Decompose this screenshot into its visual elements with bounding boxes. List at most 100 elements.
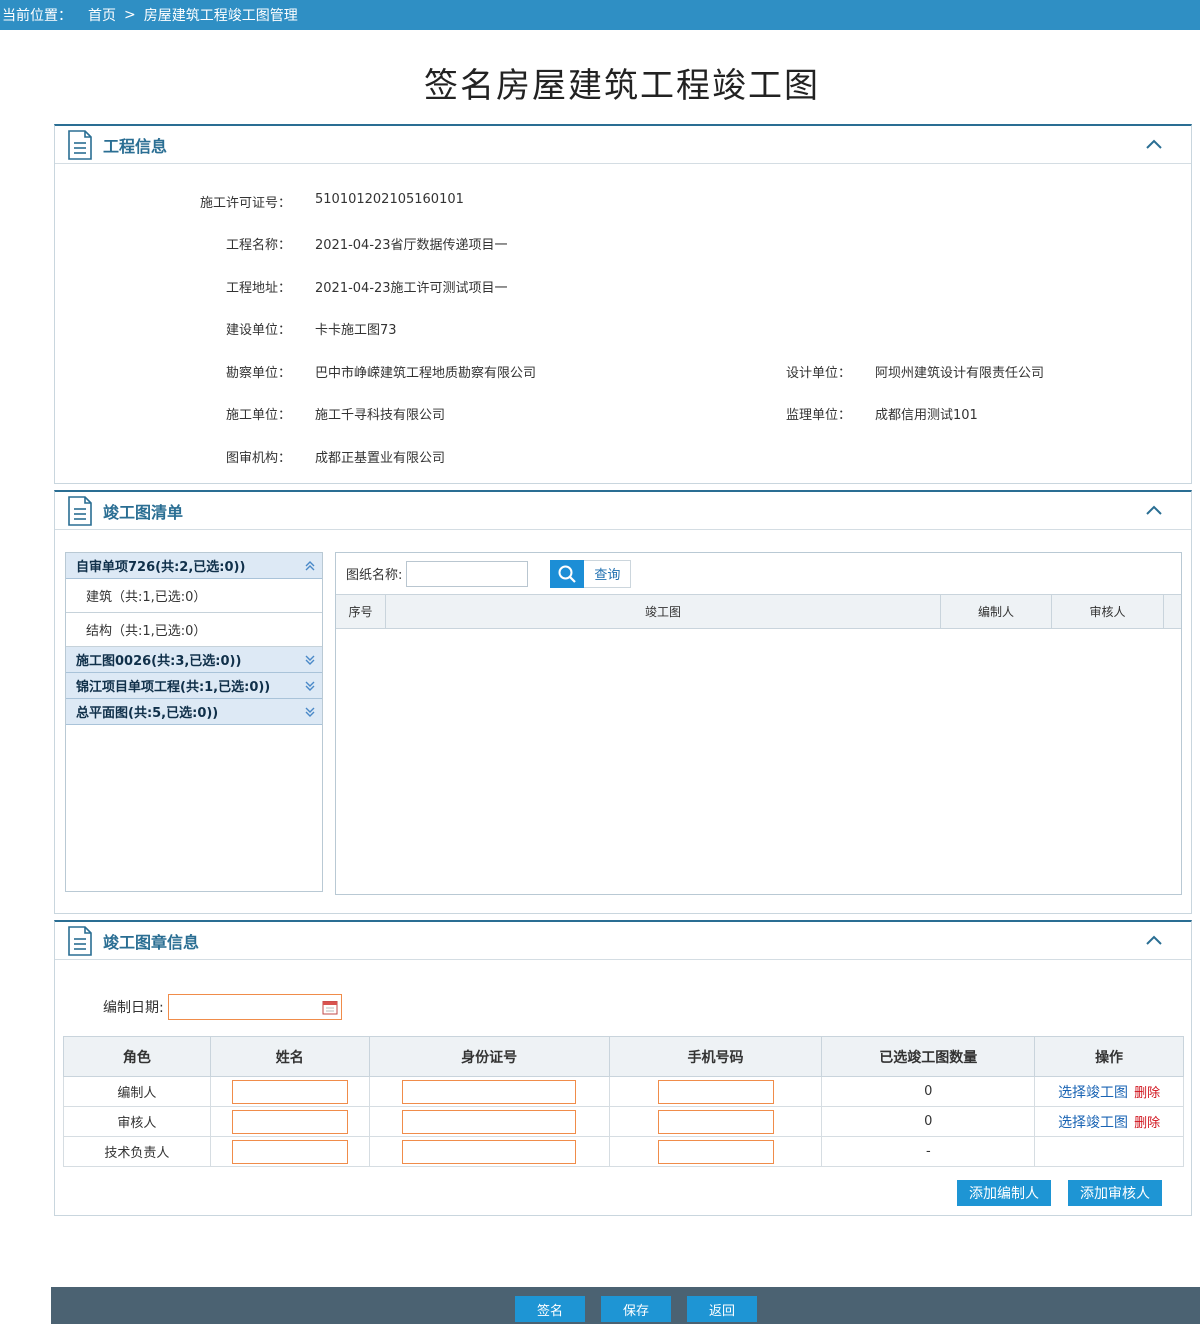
project-name-value: 2021-04-23省厅数据传递项目一	[315, 238, 508, 253]
name-cell	[209, 1136, 370, 1167]
name-input[interactable]	[231, 1109, 348, 1134]
table-row: 审核人 0 选择竣工图 删除	[63, 1106, 1184, 1137]
compile-date-input[interactable]	[167, 994, 342, 1020]
tree-group-self-review[interactable]: 自审单项726(共:2,已选:0))	[66, 553, 322, 579]
seal-signer-table: 角色 姓名 身份证号 手机号码 已选竣工图数量 操作 编制人 0 选择竣工图 删除…	[63, 1036, 1184, 1167]
add-reviewer-button[interactable]: 添加审核人	[1068, 1180, 1162, 1206]
save-button[interactable]: 保存	[601, 1296, 671, 1322]
column-index: 序号	[336, 595, 386, 628]
phone-input[interactable]	[657, 1109, 774, 1134]
phone-cell	[608, 1136, 823, 1167]
construction-value: 施工千寻科技有限公司	[315, 408, 446, 423]
phone-input[interactable]	[657, 1079, 774, 1104]
column-id: 身份证号	[368, 1036, 610, 1077]
drawing-grid: 图纸名称: 查询 序号 竣工图 编制人 审核人	[335, 552, 1182, 895]
tree-item-structure[interactable]: 结构（共:1,已选:0）	[66, 613, 322, 647]
section-title: 竣工图章信息	[103, 932, 200, 952]
project-name-label: 工程名称：	[225, 238, 291, 253]
breadcrumb: 当前位置： 首页 > 房屋建筑工程竣工图管理	[0, 0, 1200, 30]
count-cell: -	[821, 1136, 1036, 1167]
role-cell: 编制人	[63, 1076, 211, 1107]
count-cell: 0	[821, 1106, 1036, 1137]
permit-value: 510101202105160101	[315, 192, 464, 207]
builder-label: 建设单位：	[225, 323, 291, 338]
sign-button[interactable]: 签名	[515, 1296, 585, 1322]
seal-info-section: 竣工图章信息 编制日期: 角色 姓名 身份证号 手机号码 已选竣工图数量 操作	[54, 920, 1192, 1216]
table-row: 编制人 0 选择竣工图 删除	[63, 1076, 1184, 1107]
project-address-label: 工程地址：	[225, 281, 291, 296]
chevron-up-icon[interactable]	[1145, 135, 1163, 153]
select-drawing-link[interactable]: 选择竣工图	[1058, 1085, 1128, 1101]
design-label: 设计单位：	[785, 366, 851, 381]
tree-group-label: 自审单项726(共:2,已选:0))	[76, 560, 246, 575]
section-title: 工程信息	[103, 136, 168, 156]
select-drawing-link[interactable]: 选择竣工图	[1058, 1115, 1128, 1131]
phone-cell	[608, 1106, 823, 1137]
review-label: 图审机构：	[225, 451, 291, 466]
column-count: 已选竣工图数量	[821, 1036, 1036, 1077]
tree-group-label: 施工图0026(共:3,已选:0))	[76, 654, 242, 669]
tree-group-site-plan[interactable]: 总平面图(共:5,已选:0))	[66, 699, 322, 725]
role-cell: 审核人	[63, 1106, 211, 1137]
name-input[interactable]	[231, 1079, 348, 1104]
column-role: 角色	[63, 1036, 211, 1077]
id-cell	[368, 1106, 610, 1137]
double-chevron-up-icon[interactable]	[304, 559, 316, 573]
project-address-row: 工程地址： 2021-04-23施工许可测试项目一	[151, 277, 508, 296]
survey-value: 巴中市峥嵘建筑工程地质勘察有限公司	[315, 366, 537, 381]
chevron-up-icon[interactable]	[1145, 501, 1163, 519]
delete-link[interactable]: 删除	[1134, 1116, 1160, 1131]
tree-group-label: 锦江项目单项工程(共:1,已选:0))	[76, 680, 271, 695]
tree-group-label: 总平面图(共:5,已选:0))	[76, 706, 219, 721]
document-icon	[68, 925, 92, 956]
column-name: 姓名	[209, 1036, 370, 1077]
supervision-label: 监理单位：	[785, 408, 851, 423]
compile-date-label: 编制日期:	[103, 1000, 164, 1016]
add-editor-button[interactable]: 添加编制人	[957, 1180, 1051, 1206]
id-number-input[interactable]	[402, 1139, 577, 1164]
design-row: 设计单位： 阿坝州建筑设计有限责任公司	[711, 362, 1044, 381]
id-number-input[interactable]	[402, 1079, 577, 1104]
column-drawing: 竣工图	[386, 595, 941, 628]
breadcrumb-separator: >	[124, 7, 136, 23]
drawing-name-input[interactable]	[406, 560, 529, 587]
tree-group-jinjiang-project[interactable]: 锦江项目单项工程(共:1,已选:0))	[66, 673, 322, 699]
chevron-up-icon[interactable]	[1145, 931, 1163, 949]
section-title: 竣工图清单	[103, 502, 184, 522]
breadcrumb-prefix: 当前位置：	[2, 8, 72, 24]
double-chevron-down-icon[interactable]	[304, 705, 316, 719]
drawing-search-bar: 图纸名称: 查询	[336, 553, 1181, 595]
construction-label: 施工单位：	[225, 408, 291, 423]
seal-info-header: 竣工图章信息	[55, 922, 1191, 960]
id-number-input[interactable]	[402, 1109, 577, 1134]
action-cell	[1034, 1136, 1184, 1167]
review-row: 图审机构： 成都正基置业有限公司	[151, 447, 445, 466]
calendar-icon[interactable]	[322, 999, 338, 1015]
project-info-header: 工程信息	[55, 126, 1191, 164]
supervision-row: 监理单位： 成都信用测试101	[711, 404, 978, 423]
tree-group-construction-drawing[interactable]: 施工图0026(共:3,已选:0))	[66, 647, 322, 673]
drawing-list-header: 竣工图清单	[55, 492, 1191, 530]
tree-item-architecture[interactable]: 建筑（共:1,已选:0）	[66, 579, 322, 613]
survey-label: 勘察单位：	[225, 366, 291, 381]
back-button[interactable]: 返回	[687, 1296, 757, 1322]
query-button[interactable]: 查询	[584, 559, 632, 588]
page-title: 签名房屋建筑工程竣工图	[424, 66, 820, 106]
id-cell	[368, 1136, 610, 1167]
column-action: 操作	[1034, 1036, 1184, 1077]
action-cell: 选择竣工图 删除	[1034, 1106, 1184, 1137]
name-input[interactable]	[231, 1139, 348, 1164]
delete-link[interactable]: 删除	[1134, 1086, 1160, 1101]
drawing-grid-header: 序号 竣工图 编制人 审核人	[336, 595, 1181, 629]
double-chevron-down-icon[interactable]	[304, 653, 316, 667]
phone-input[interactable]	[657, 1139, 774, 1164]
double-chevron-down-icon[interactable]	[304, 679, 316, 693]
survey-row: 勘察单位： 巴中市峥嵘建筑工程地质勘察有限公司	[151, 362, 536, 381]
search-button[interactable]	[550, 559, 585, 588]
breadcrumb-home-link[interactable]: 首页	[88, 5, 116, 25]
id-cell	[368, 1076, 610, 1107]
permit-label: 施工许可证号：	[199, 196, 291, 211]
action-cell: 选择竣工图 删除	[1034, 1076, 1184, 1107]
table-header-row: 角色 姓名 身份证号 手机号码 已选竣工图数量 操作	[63, 1036, 1184, 1077]
role-cell: 技术负责人	[63, 1136, 211, 1167]
